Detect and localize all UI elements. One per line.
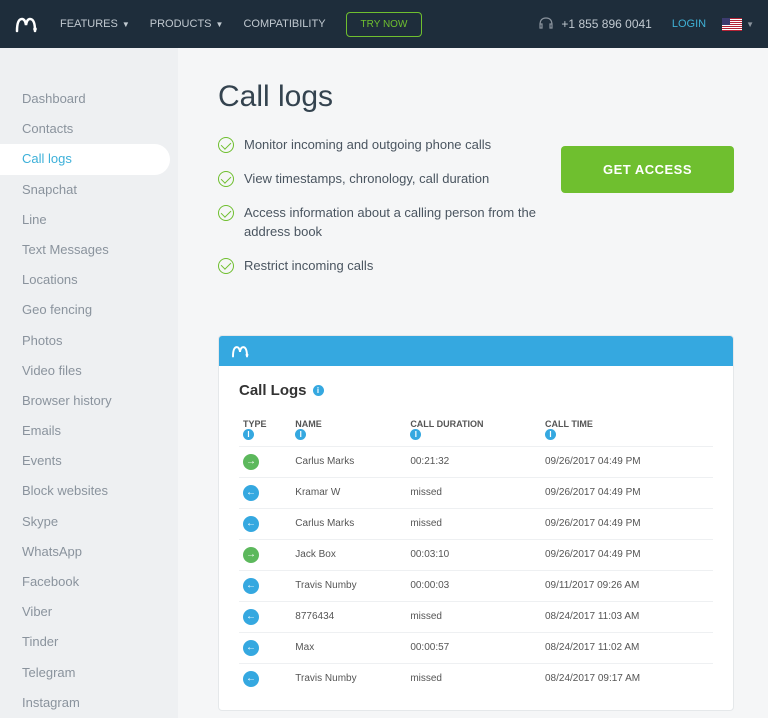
sidebar-item-browser-history[interactable]: Browser history xyxy=(0,386,178,416)
arrow-right-icon: → xyxy=(243,454,259,470)
sidebar-item-geo-fencing[interactable]: Geo fencing xyxy=(0,295,178,325)
sidebar-item-viber[interactable]: Viber xyxy=(0,597,178,627)
topbar: FEATURES▼ PRODUCTS▼ COMPATIBILITY TRY NO… xyxy=(0,0,768,48)
demo-title: Call Logsi xyxy=(239,382,713,399)
us-flag-icon xyxy=(722,18,742,31)
try-now-button[interactable]: TRY NOW xyxy=(346,12,423,37)
chevron-down-icon: ▼ xyxy=(746,20,754,29)
chevron-down-icon: ▼ xyxy=(122,20,130,29)
col-type[interactable]: TYPE i xyxy=(239,413,291,447)
table-row[interactable]: ←Kramar Wmissed09/26/2017 04:49 PM xyxy=(239,477,713,508)
sidebar-item-locations[interactable]: Locations xyxy=(0,265,178,295)
arrow-right-icon: → xyxy=(243,547,259,563)
col-time[interactable]: CALL TIME i xyxy=(541,413,713,447)
table-row[interactable]: ←Max00:00:5708/24/2017 11:02 AM xyxy=(239,632,713,663)
table-row[interactable]: ←Carlus Marksmissed09/26/2017 04:49 PM xyxy=(239,508,713,539)
feature-item: View timestamps, chronology, call durati… xyxy=(218,170,537,188)
sidebar-item-telegram[interactable]: Telegram xyxy=(0,658,178,688)
nav-compatibility[interactable]: COMPATIBILITY xyxy=(243,18,325,30)
sidebar-item-contacts[interactable]: Contacts xyxy=(0,114,178,144)
logo[interactable] xyxy=(14,12,38,36)
sidebar-item-video-files[interactable]: Video files xyxy=(0,356,178,386)
info-icon[interactable]: i xyxy=(410,429,421,440)
get-access-button[interactable]: GET ACCESS xyxy=(561,146,734,193)
sidebar-item-photos[interactable]: Photos xyxy=(0,326,178,356)
sidebar-item-emails[interactable]: Emails xyxy=(0,416,178,446)
phone-number[interactable]: +1 855 896 0041 xyxy=(537,15,651,33)
headset-icon xyxy=(537,15,555,33)
chevron-down-icon: ▼ xyxy=(216,20,224,29)
info-icon[interactable]: i xyxy=(545,429,556,440)
sidebar-item-block-websites[interactable]: Block websites xyxy=(0,476,178,506)
check-icon xyxy=(218,171,234,187)
nav-features[interactable]: FEATURES▼ xyxy=(60,18,130,30)
table-row[interactable]: ←8776434missed08/24/2017 11:03 AM xyxy=(239,601,713,632)
check-icon xyxy=(218,205,234,221)
sidebar-item-snapchat[interactable]: Snapchat xyxy=(0,175,178,205)
feature-item: Monitor incoming and outgoing phone call… xyxy=(218,136,537,154)
table-row[interactable]: →Jack Box00:03:1009/26/2017 04:49 PM xyxy=(239,539,713,570)
feature-item: Restrict incoming calls xyxy=(218,257,537,275)
info-icon[interactable]: i xyxy=(295,429,306,440)
sidebar-item-skype[interactable]: Skype xyxy=(0,507,178,537)
logo-icon xyxy=(231,344,249,358)
table-row[interactable]: ←Travis Numby00:00:0309/11/2017 09:26 AM xyxy=(239,570,713,601)
arrow-left-icon: ← xyxy=(243,640,259,656)
arrow-left-icon: ← xyxy=(243,485,259,501)
arrow-left-icon: ← xyxy=(243,516,259,532)
demo-panel: Call Logsi TYPE i NAME i CALL DURATION i… xyxy=(218,335,734,711)
arrow-left-icon: ← xyxy=(243,609,259,625)
call-logs-table: TYPE i NAME i CALL DURATION i CALL TIME … xyxy=(239,413,713,694)
sidebar-item-text-messages[interactable]: Text Messages xyxy=(0,235,178,265)
arrow-left-icon: ← xyxy=(243,671,259,687)
sidebar-item-facebook[interactable]: Facebook xyxy=(0,567,178,597)
sidebar-item-dashboard[interactable]: Dashboard xyxy=(0,84,178,114)
table-row[interactable]: →Carlus Marks00:21:3209/26/2017 04:49 PM xyxy=(239,446,713,477)
col-duration[interactable]: CALL DURATION i xyxy=(406,413,541,447)
col-name[interactable]: NAME i xyxy=(291,413,406,447)
sidebar-item-tinder[interactable]: Tinder xyxy=(0,627,178,657)
table-row[interactable]: ←Travis Numbymissed08/24/2017 09:17 AM xyxy=(239,663,713,694)
info-icon[interactable]: i xyxy=(243,429,254,440)
demo-header xyxy=(219,336,733,366)
sidebar-item-events[interactable]: Events xyxy=(0,446,178,476)
nav-products[interactable]: PRODUCTS▼ xyxy=(150,18,224,30)
login-link[interactable]: LOGIN xyxy=(672,18,706,30)
info-icon[interactable]: i xyxy=(313,385,324,396)
check-icon xyxy=(218,137,234,153)
check-icon xyxy=(218,258,234,274)
arrow-left-icon: ← xyxy=(243,578,259,594)
language-selector[interactable]: ▼ xyxy=(722,18,754,31)
sidebar-item-line[interactable]: Line xyxy=(0,205,178,235)
sidebar-item-call-logs[interactable]: Call logs xyxy=(0,144,170,174)
sidebar: DashboardContactsCall logsSnapchatLineTe… xyxy=(0,48,178,718)
feature-item: Access information about a calling perso… xyxy=(218,204,537,240)
sidebar-item-instagram[interactable]: Instagram xyxy=(0,688,178,718)
sidebar-item-whatsapp[interactable]: WhatsApp xyxy=(0,537,178,567)
page-title: Call logs xyxy=(218,80,734,114)
